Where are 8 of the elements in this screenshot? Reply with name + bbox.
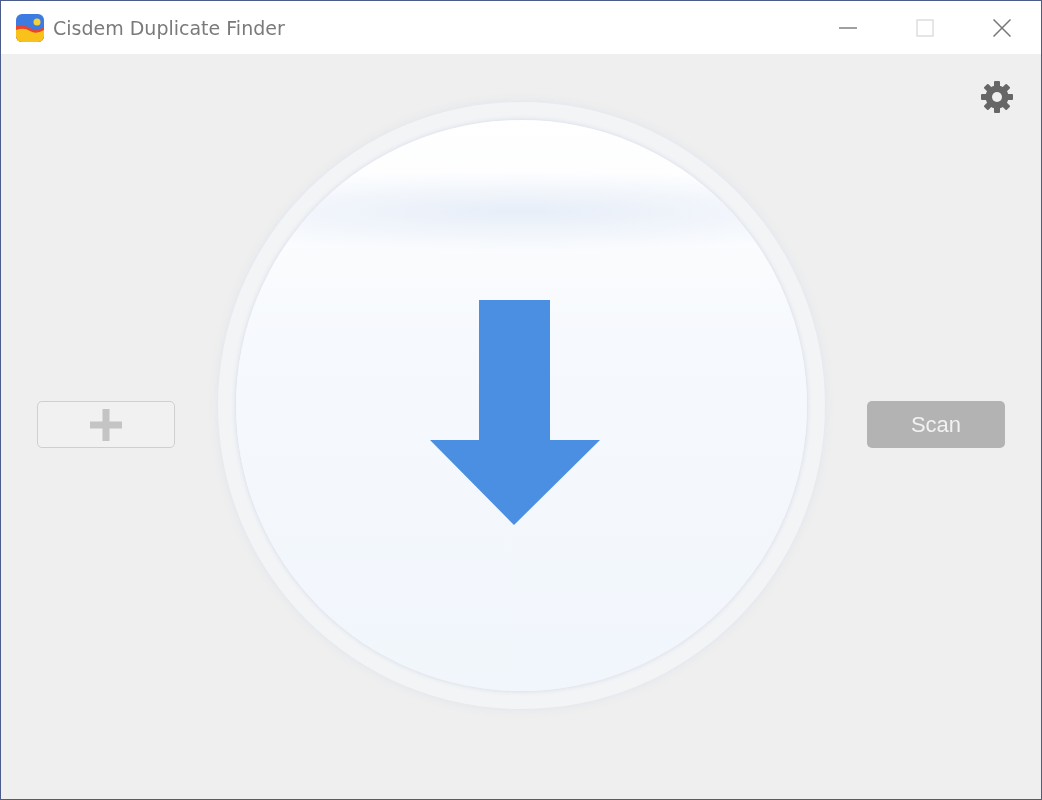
plus-icon [90, 408, 122, 441]
maximize-icon [916, 18, 934, 37]
minimize-icon [839, 26, 857, 29]
close-icon [993, 18, 1011, 37]
app-logo-icon [16, 13, 44, 42]
arrow-down-icon [430, 300, 600, 525]
add-folder-button[interactable] [37, 401, 175, 448]
window-title: Cisdem Duplicate Finder [53, 16, 285, 39]
